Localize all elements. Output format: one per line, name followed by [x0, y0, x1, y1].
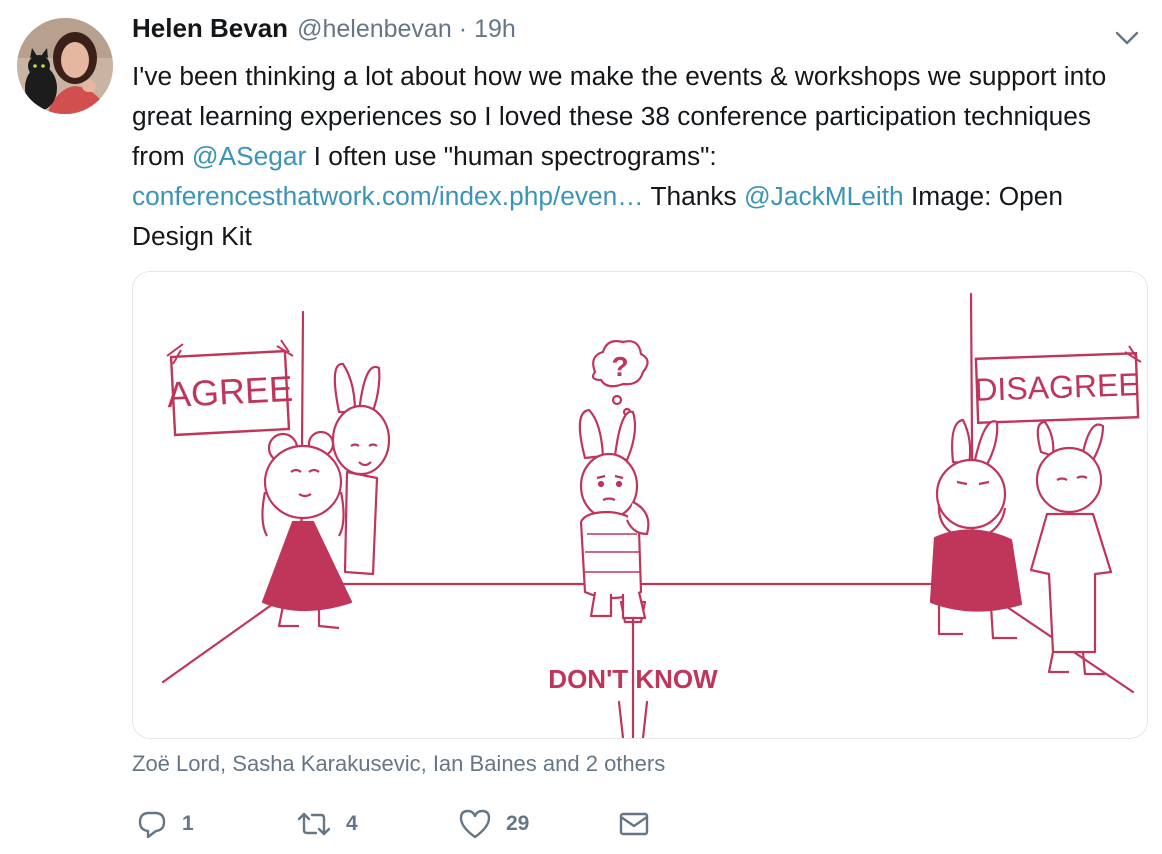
retweet-count: 4 [346, 812, 358, 835]
bunny-bearded-right [929, 418, 1023, 640]
chevron-down-icon[interactable] [1113, 24, 1141, 52]
agree-label: AGREE [166, 368, 294, 416]
avatar-photo [17, 18, 113, 114]
like-count: 29 [506, 812, 530, 835]
tweet-text-segment: I often use "human spectrograms": [306, 141, 717, 171]
tweet-header: Helen Bevan @helenbevan · 19h [132, 13, 516, 49]
bunny-girl-right [1029, 420, 1113, 676]
question-mark: ? [611, 351, 628, 382]
avatar[interactable] [17, 18, 113, 114]
illustration: AGREE DISAGREE DON'T KNOW ? [161, 292, 1142, 738]
dont-know-label: DON'T KNOW [548, 664, 718, 694]
like-button[interactable]: 29 [458, 804, 529, 844]
reply-button[interactable]: 1 [136, 804, 194, 844]
author-handle[interactable]: @helenbevan [297, 15, 452, 44]
heart-icon [459, 809, 491, 839]
tweet-text-segment: Thanks [643, 181, 744, 211]
retweet-icon [297, 812, 331, 836]
author-name[interactable]: Helen Bevan [132, 13, 288, 44]
header-separator: · [458, 15, 468, 43]
bunny-tall-left [331, 362, 391, 576]
agree-sign: AGREE [166, 339, 294, 437]
tweet-timestamp[interactable]: 19h [474, 15, 516, 44]
bunny-center [578, 408, 650, 620]
reply-count: 1 [182, 812, 194, 835]
envelope-icon [619, 812, 649, 836]
bunny-girl-left [261, 430, 353, 630]
tweet-text: I've been thinking a lot about how we ma… [132, 56, 1142, 256]
mention-link[interactable]: @ASegar [192, 141, 306, 171]
tweet-media[interactable]: AGREE DISAGREE DON'T KNOW ? [132, 271, 1148, 739]
mention-link[interactable]: @JackMLeith [744, 181, 904, 211]
tagged-users[interactable]: Zoë Lord, Sasha Karakusevic, Ian Baines … [132, 751, 665, 777]
retweet-button[interactable]: 4 [296, 804, 358, 844]
reply-icon [138, 811, 166, 839]
disagree-label: DISAGREE [974, 366, 1141, 408]
disagree-sign: DISAGREE [974, 345, 1142, 425]
url-link[interactable]: conferencesthatwork.com/index.php/even… [132, 181, 644, 211]
dm-button[interactable] [618, 804, 650, 844]
